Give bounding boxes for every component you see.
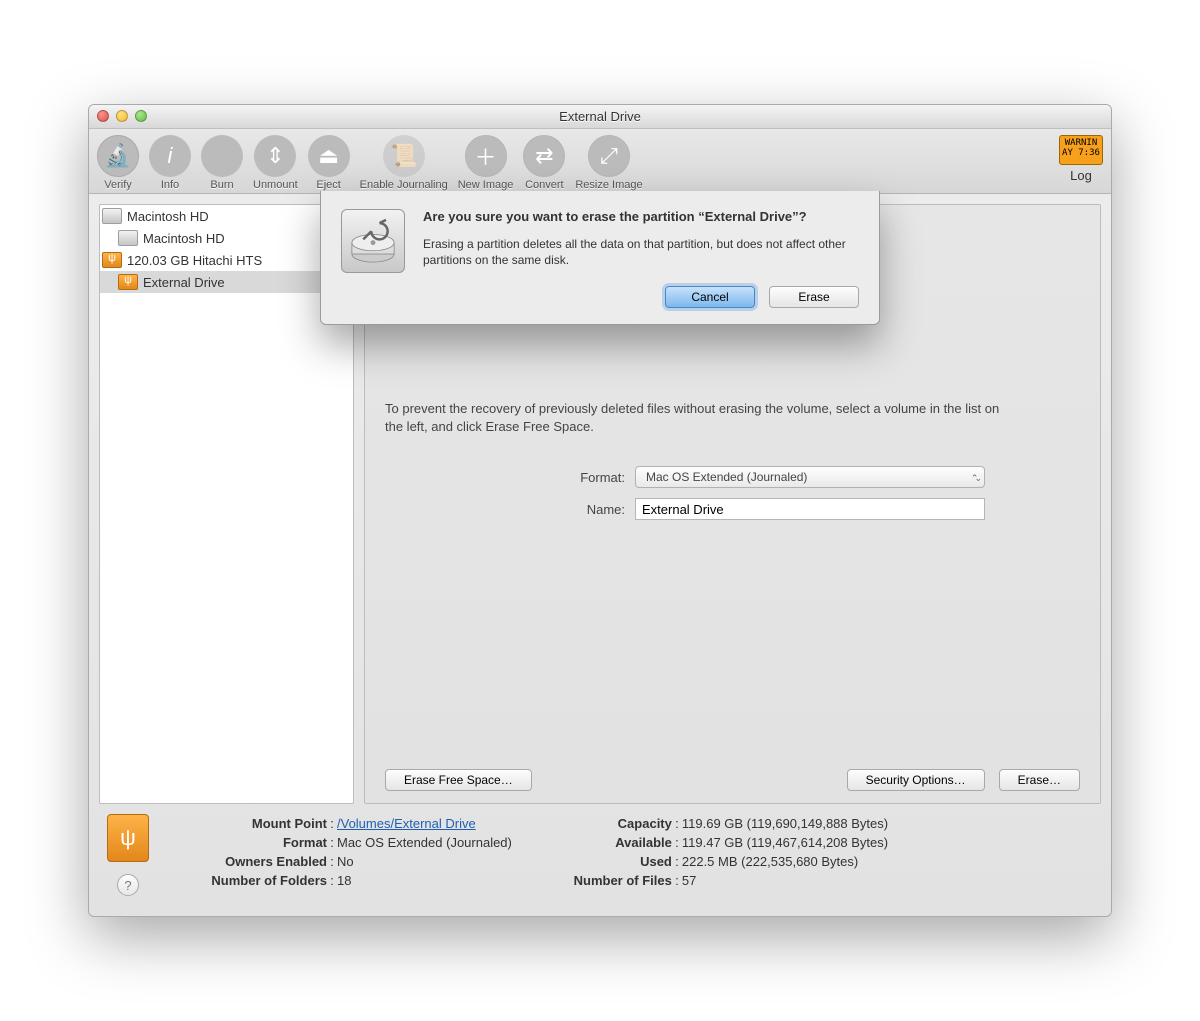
stat-key: Owners Enabled [167, 852, 327, 871]
window-title: External Drive [559, 109, 641, 124]
internal-hd-icon [118, 230, 138, 246]
toolbar-label: Unmount [253, 179, 298, 191]
toolbar-label: Eject [316, 179, 340, 191]
erase-panel-buttons: Erase Free Space… Security Options… Eras… [385, 729, 1080, 791]
format-label: Format: [385, 470, 625, 485]
erase-confirmation-sheet: Are you sure you want to erase the parti… [320, 191, 880, 325]
new-image-icon: ＋ [465, 135, 507, 177]
verify-button[interactable]: 🔬 Verify [97, 135, 139, 191]
eject-button[interactable]: ⏏ Eject [308, 135, 350, 191]
log-badge-text: WARNIN [1065, 138, 1098, 148]
close-window-button[interactable] [97, 110, 109, 122]
burn-button[interactable]: Burn [201, 135, 243, 191]
name-label: Name: [385, 502, 625, 517]
new-image-button[interactable]: ＋ New Image [458, 135, 514, 191]
security-options-button[interactable]: Security Options… [847, 769, 985, 791]
stat-value: 222.5 MB (222,535,680 Bytes) [682, 852, 888, 871]
toolbar-label: Resize Image [575, 179, 642, 191]
sidebar-item-label: Macintosh HD [143, 231, 225, 246]
toolbar-label: Verify [104, 179, 132, 191]
microscope-icon: 🔬 [97, 135, 139, 177]
dialog-cancel-button[interactable]: Cancel [665, 286, 755, 308]
stat-key: Available [552, 833, 672, 852]
eject-icon: ⏏ [308, 135, 350, 177]
resize-image-icon: ⤢ [588, 135, 630, 177]
convert-button[interactable]: ⇄ Convert [523, 135, 565, 191]
stat-key: Used [552, 852, 672, 871]
toolbar-label: Convert [525, 179, 564, 191]
toolbar-label: Burn [210, 179, 233, 191]
sidebar-item-label: Macintosh HD [127, 209, 209, 224]
erase-button[interactable]: Erase… [999, 769, 1080, 791]
toolbar-label: Enable Journaling [360, 179, 448, 191]
name-row: Name: [385, 498, 1080, 520]
usb-volume-large-icon: ψ [107, 814, 149, 862]
zoom-window-button[interactable] [135, 110, 147, 122]
stat-key: Number of Folders [167, 871, 327, 890]
stat-value: No [337, 852, 512, 871]
internal-hd-icon [102, 208, 122, 224]
format-row: Format: Mac OS Extended (Journaled) [385, 466, 1080, 488]
unmount-button[interactable]: ⇕ Unmount [253, 135, 298, 191]
format-select[interactable]: Mac OS Extended (Journaled) [635, 466, 985, 488]
sidebar-item-volume[interactable]: External Drive [100, 271, 353, 293]
sidebar-item-label: External Drive [143, 275, 225, 290]
log-button[interactable]: WARNIN AY 7:36 Log [1059, 135, 1103, 183]
dialog-title: Are you sure you want to erase the parti… [423, 209, 859, 226]
journal-icon: 📜 [383, 135, 425, 177]
sidebar-item-label: 120.03 GB Hitachi HTS [127, 253, 262, 268]
stat-value: 119.69 GB (119,690,149,888 Bytes) [682, 814, 888, 833]
log-icon: WARNIN AY 7:36 [1059, 135, 1103, 165]
minimize-window-button[interactable] [116, 110, 128, 122]
stat-value: Mac OS Extended (Journaled) [337, 833, 512, 852]
usb-disk-icon [102, 252, 122, 268]
disk-utility-app-icon [341, 209, 405, 273]
sidebar-item-disk[interactable]: 120.03 GB Hitachi HTS [100, 249, 353, 271]
volume-details-footer: ψ ? Mount Point: /Volumes/External Drive… [89, 804, 1111, 916]
sidebar-item-disk[interactable]: Macintosh HD [100, 205, 353, 227]
stat-key: Format [167, 833, 327, 852]
unmount-icon: ⇕ [254, 135, 296, 177]
volume-name-input[interactable] [635, 498, 985, 520]
info-button[interactable]: i Info [149, 135, 191, 191]
sidebar-item-volume[interactable]: Macintosh HD [100, 227, 353, 249]
log-badge-text: AY 7:36 [1062, 148, 1100, 158]
stat-value: 119.47 GB (119,467,614,208 Bytes) [682, 833, 888, 852]
disk-utility-window: External Drive 🔬 Verify i Info Burn ⇕ Un… [88, 104, 1112, 917]
usb-volume-icon [118, 274, 138, 290]
toolbar-label: Log [1070, 168, 1092, 183]
toolbar-label: Info [161, 179, 179, 191]
info-icon: i [149, 135, 191, 177]
mount-point-link[interactable]: /Volumes/External Drive [337, 816, 476, 831]
toolbar-label: New Image [458, 179, 514, 191]
dialog-erase-button[interactable]: Erase [769, 286, 859, 308]
traffic-lights [97, 110, 147, 122]
disk-sidebar: Macintosh HD Macintosh HD 120.03 GB Hita… [99, 204, 354, 804]
title-bar: External Drive [89, 105, 1111, 129]
convert-icon: ⇄ [523, 135, 565, 177]
toolbar: 🔬 Verify i Info Burn ⇕ Unmount ⏏ Eject 📜… [89, 129, 1111, 194]
burn-icon [201, 135, 243, 177]
stat-value: 57 [682, 871, 888, 890]
stat-key: Capacity [552, 814, 672, 833]
help-button[interactable]: ? [117, 874, 139, 896]
erase-panel-description: To prevent the recovery of previously de… [385, 400, 1005, 436]
format-value: Mac OS Extended (Journaled) [646, 470, 807, 484]
stat-value: 18 [337, 871, 512, 890]
resize-image-button[interactable]: ⤢ Resize Image [575, 135, 642, 191]
stat-key: Number of Files [552, 871, 672, 890]
dialog-body: Erasing a partition deletes all the data… [423, 236, 859, 268]
stat-key: Mount Point [167, 814, 327, 833]
erase-free-space-button[interactable]: Erase Free Space… [385, 769, 532, 791]
enable-journaling-button[interactable]: 📜 Enable Journaling [360, 135, 448, 191]
